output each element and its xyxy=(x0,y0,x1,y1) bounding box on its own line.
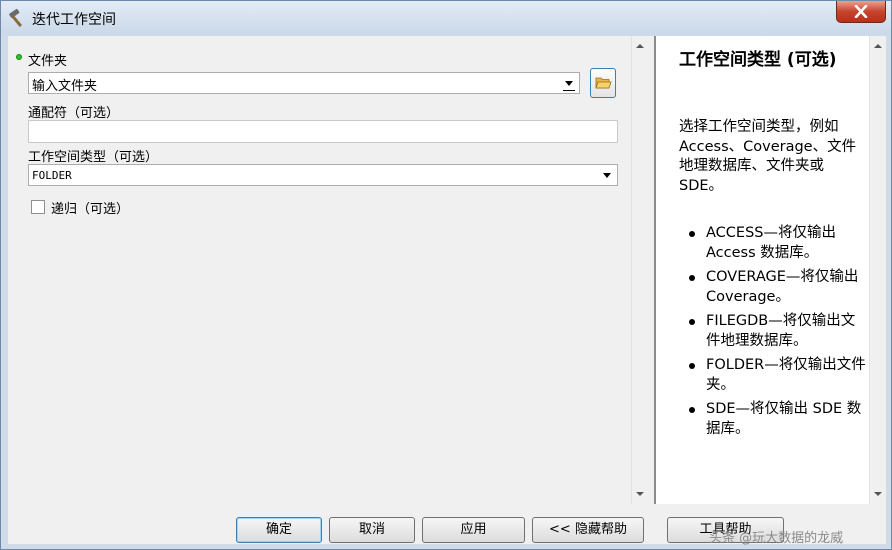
hammer-icon xyxy=(7,8,29,28)
help-pane: 工作空间类型 (可选) 选择工作空间类型，例如 Access、Coverage、… xyxy=(654,36,886,504)
parameters-pane: 文件夹 输入文件夹 通配符（可选） 工作空间类型（可选） FOLDER 递归（可… xyxy=(8,36,648,504)
scroll-up-icon[interactable] xyxy=(636,44,644,48)
window-title: 迭代工作空间 xyxy=(32,12,116,28)
parameters-scrollbar[interactable] xyxy=(631,36,648,504)
folder-combobox[interactable]: 输入文件夹 xyxy=(28,72,580,94)
scroll-down-icon[interactable] xyxy=(874,492,882,496)
cancel-button[interactable]: 取消 xyxy=(329,517,415,543)
dialog-window: 迭代工作空间 文件夹 输入文件夹 通配符（可选） 工作空间类型（可选） FOLD… xyxy=(0,0,892,550)
scroll-down-icon[interactable] xyxy=(636,492,644,496)
help-list-item: FILEGDB—将仅输出文件地理数据库。 xyxy=(689,312,866,351)
help-list-item: COVERAGE—将仅输出 Coverage。 xyxy=(689,268,866,307)
help-list: ACCESS—将仅输出 Access 数据库。 COVERAGE—将仅输出 Co… xyxy=(689,224,866,444)
ok-button[interactable]: 确定 xyxy=(236,517,322,543)
help-title: 工作空间类型 (可选) xyxy=(679,50,837,70)
workspace-type-label: 工作空间类型（可选） xyxy=(28,150,159,165)
workspace-type-select[interactable]: FOLDER xyxy=(28,164,618,186)
close-button[interactable] xyxy=(836,1,886,23)
recursive-checkbox[interactable] xyxy=(31,200,45,214)
browse-folder-button[interactable] xyxy=(590,68,616,98)
chevron-down-icon[interactable] xyxy=(563,81,575,91)
open-folder-icon xyxy=(595,77,612,89)
help-list-item: ACCESS—将仅输出 Access 数据库。 xyxy=(689,224,866,263)
hide-help-button[interactable]: << 隐藏帮助 xyxy=(532,517,644,543)
wildcard-label: 通配符（可选） xyxy=(28,106,120,121)
scroll-up-icon[interactable] xyxy=(874,44,882,48)
recursive-label: 递归（可选） xyxy=(51,202,130,217)
help-intro: 选择工作空间类型，例如 Access、Coverage、文件地理数据库、文件夹或… xyxy=(679,119,857,194)
title-bar[interactable]: 迭代工作空间 xyxy=(1,1,891,35)
apply-button[interactable]: 应用 xyxy=(422,517,525,543)
folder-label: 文件夹 xyxy=(28,54,68,69)
workspace-type-value: FOLDER xyxy=(32,169,72,182)
help-scrollbar[interactable] xyxy=(869,36,886,504)
wildcard-input[interactable] xyxy=(28,120,618,143)
chevron-down-icon[interactable] xyxy=(603,173,611,178)
help-list-item: FOLDER—将仅输出文件夹。 xyxy=(689,356,866,395)
required-indicator xyxy=(16,54,22,60)
close-icon xyxy=(854,5,868,18)
dialog-client: 文件夹 输入文件夹 通配符（可选） 工作空间类型（可选） FOLDER 递归（可… xyxy=(8,36,886,544)
watermark: 头条 @玩大数据的龙威 xyxy=(709,531,844,546)
help-list-item: SDE—将仅输出 SDE 数据库。 xyxy=(689,400,866,439)
folder-combobox-value: 输入文件夹 xyxy=(32,79,98,94)
